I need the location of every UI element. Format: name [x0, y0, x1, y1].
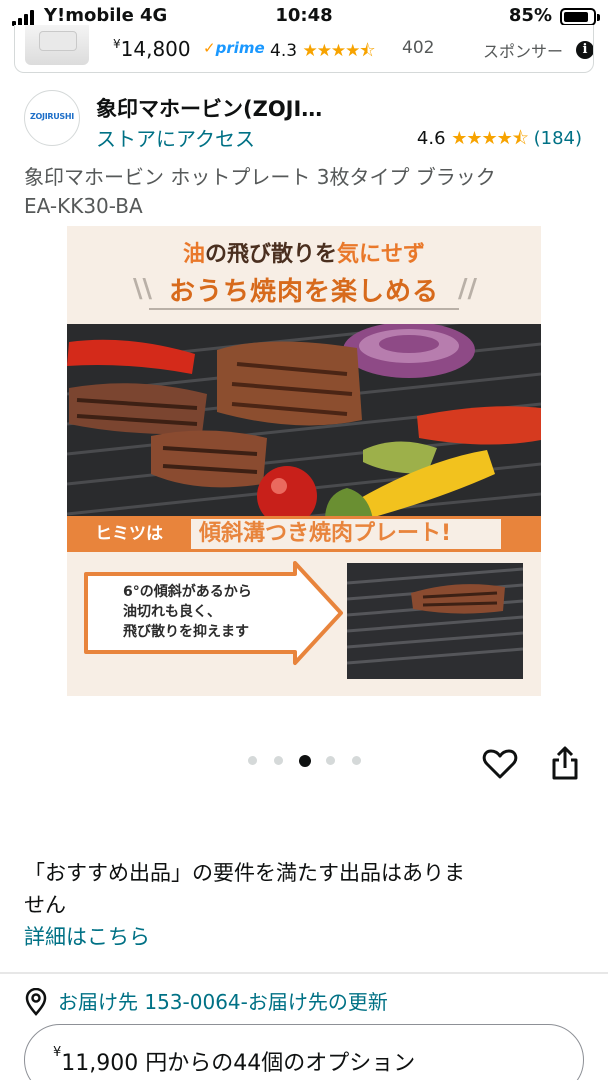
banner-feature: 傾斜溝つき焼肉プレート! [191, 519, 501, 549]
notice-text-line: 「おすすめ出品」の要件を満たす出品はありま [24, 861, 465, 885]
sponsored-product-thumbnail[interactable] [25, 25, 89, 65]
battery-icon [560, 8, 600, 26]
product-title: 象印マホービン ホットプレート 3枚タイプ ブラック EA-KK30-BA [24, 163, 584, 221]
carousel-dot[interactable] [274, 756, 283, 765]
headline-underline [149, 308, 459, 310]
product-image[interactable]: 油の飛び散りを気にせず \\ おうち焼肉を楽しめる // ヒミツは 傾斜溝つき焼… [67, 226, 541, 696]
brand-logo[interactable]: ZOJIRUSHI [24, 90, 80, 146]
buying-options-text: 11,900 円からの44個のオプション [61, 1051, 416, 1076]
store-rating-value: 4.6 [416, 128, 446, 149]
star-rating-icon: ★★★★⯪ [451, 128, 529, 149]
section-divider [0, 972, 608, 974]
delivery-address-link[interactable]: お届け先 153-0064-お届け先の更新 [58, 986, 388, 1015]
info-icon[interactable]: i [576, 41, 593, 59]
feature-description: 6°の傾斜があるから 油切れも良く、 飛び散りを抑えます [123, 582, 252, 642]
review-count[interactable]: 402 [402, 38, 434, 58]
sponsored-price: ¥14,800 [113, 37, 191, 61]
notice-text-line: せん [24, 893, 66, 917]
brand-logo-text: ZOJIRUSHI [30, 112, 74, 121]
carousel-dot[interactable] [352, 756, 361, 765]
image-headline-text: の飛び散りを [204, 242, 337, 267]
carousel-dot[interactable] [248, 756, 257, 765]
sponsored-rating[interactable]: 4.3 ★★★★⯪ [270, 38, 376, 67]
feature-description-line: 6°の傾斜があるから [123, 584, 252, 600]
share-icon [552, 746, 578, 780]
store-rating-count: (184) [533, 128, 582, 149]
details-link[interactable]: 詳細はこちら [24, 921, 150, 951]
product-title-line: 象印マホービン ホットプレート 3枚タイプ ブラック [24, 165, 496, 189]
feature-description-line: 飛び散りを抑えます [123, 624, 249, 640]
image-headline-accent: 油 [182, 242, 205, 267]
grill-closeup-photo [347, 563, 523, 679]
brand-name[interactable]: 象印マホービン(ZOJI… [96, 93, 322, 123]
price-value: 14,800 [120, 37, 191, 61]
carousel-dot[interactable] [326, 756, 335, 765]
store-rating[interactable]: 4.6 ★★★★⯪ (184) [417, 126, 582, 156]
star-rating-icon: ★★★★⯪ [302, 41, 375, 61]
rating-value: 4.3 [270, 41, 298, 61]
battery-percentage: 85% [508, 5, 552, 26]
image-headline: 油の飛び散りを気にせず [67, 236, 541, 268]
feature-banner: ヒミツは 傾斜溝つき焼肉プレート! [67, 516, 541, 552]
delivery-location[interactable]: お届け先 153-0064-お届け先の更新 [24, 986, 584, 1018]
buying-options-label: ¥11,900 円からの44個のオプション [53, 1045, 415, 1077]
featured-offer-notice: 「おすすめ出品」の要件を満たす出品はありま せん [24, 857, 584, 921]
heart-icon [482, 749, 518, 779]
sponsored-product-card[interactable]: ¥14,800 ✓prime 4.3 ★★★★⯪ 402 スポンサー i [14, 25, 594, 73]
visit-store-link[interactable]: ストアにアクセス [96, 123, 255, 152]
carousel-dot-active[interactable] [299, 755, 311, 767]
product-model-number: EA-KK30-BA [24, 194, 143, 218]
image-headline-accent: 気にせず [337, 242, 426, 267]
currency-symbol: ¥ [113, 37, 121, 51]
decorative-slashes: // [458, 274, 477, 304]
prime-label: prime [215, 39, 265, 57]
favorite-button[interactable] [480, 744, 520, 784]
sponsored-label: スポンサー [483, 42, 564, 61]
buying-options-button[interactable]: ¥11,900 円からの44個のオプション [24, 1024, 584, 1080]
banner-label: ヒミツは [95, 524, 163, 544]
feature-description-line: 油切れも良く、 [123, 604, 221, 620]
grill-photo [67, 324, 541, 520]
prime-badge: ✓prime [203, 39, 265, 57]
location-pin-icon [25, 988, 47, 1016]
share-button[interactable] [545, 744, 585, 784]
